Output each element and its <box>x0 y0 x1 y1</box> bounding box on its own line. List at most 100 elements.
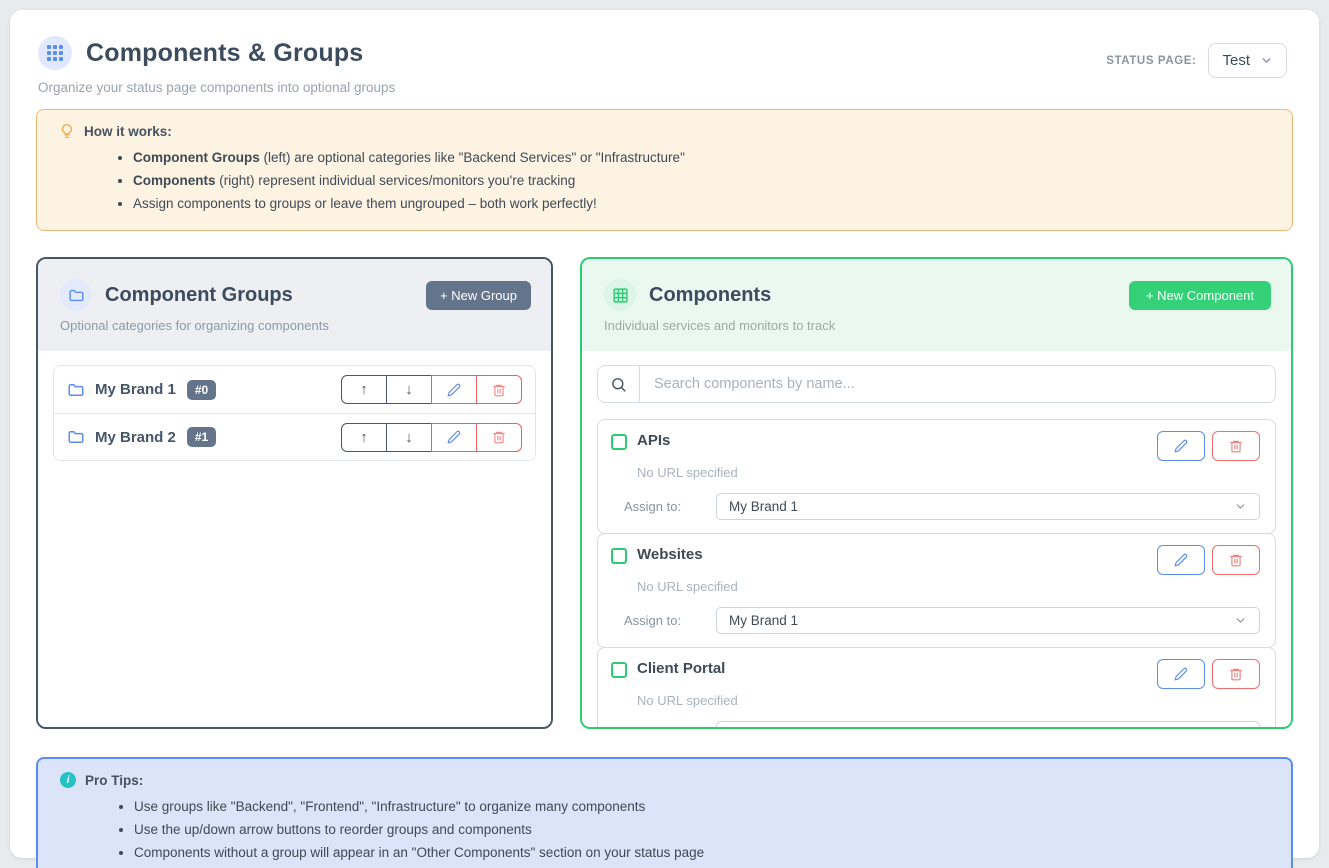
component-actions <box>1157 545 1260 575</box>
pro-tips-item: Use groups like "Backend", "Frontend", "… <box>134 795 1269 818</box>
trash-icon <box>1229 439 1243 453</box>
how-it-works-title-row: How it works: <box>59 123 1270 139</box>
component-search <box>597 365 1276 403</box>
bullet-bold: Component Groups <box>133 150 260 165</box>
new-group-button[interactable]: + New Group <box>426 281 531 310</box>
component-url-text: No URL specified <box>637 579 1260 594</box>
component-card-top: Client Portal <box>611 659 1260 689</box>
how-it-works-item: Components (right) represent individual … <box>133 169 1270 192</box>
search-icon <box>610 376 627 393</box>
bullet-text: (right) represent individual services/mo… <box>216 173 576 188</box>
folder-icon <box>67 381 85 399</box>
group-actions: ↑ ↓ <box>341 375 522 404</box>
folder-icon-circle <box>60 279 92 311</box>
component-checkbox[interactable] <box>611 662 627 678</box>
assign-group-select[interactable]: My Brand 1 <box>716 493 1260 520</box>
header-left: Components & Groups Organize your status… <box>38 36 395 95</box>
move-down-button[interactable]: ↓ <box>386 423 432 452</box>
page-title: Components & Groups <box>86 39 363 68</box>
component-card-top: APIs <box>611 431 1260 461</box>
delete-component-button[interactable] <box>1212 659 1260 689</box>
trash-icon <box>492 430 506 444</box>
delete-group-button[interactable] <box>476 423 522 452</box>
header-right: STATUS PAGE: Test <box>1106 43 1287 78</box>
pro-tips-title: Pro Tips: <box>85 773 143 788</box>
apps-grid-dots <box>47 45 63 61</box>
delete-component-button[interactable] <box>1212 545 1260 575</box>
info-icon: i <box>60 772 76 788</box>
status-page-select[interactable]: Test <box>1208 43 1287 78</box>
assigned-group-value: My Brand 2 <box>729 727 798 729</box>
arrow-down-icon: ↓ <box>405 429 413 446</box>
groups-panel-subtitle: Optional categories for organizing compo… <box>60 318 531 333</box>
folder-icon <box>67 428 85 446</box>
component-card-top: Websites <box>611 545 1260 575</box>
assign-group-select[interactable]: My Brand 1 <box>716 607 1260 634</box>
groups-panel-header: Component Groups + New Group Optional ca… <box>38 259 551 351</box>
group-row: My Brand 2 #1 ↑ ↓ <box>54 413 535 460</box>
edit-component-button[interactable] <box>1157 431 1205 461</box>
components-panel-header: Components + New Component Individual se… <box>582 259 1291 351</box>
component-url-text: No URL specified <box>637 693 1260 708</box>
pencil-icon <box>1174 667 1188 681</box>
edit-group-button[interactable] <box>431 423 477 452</box>
move-up-button[interactable]: ↑ <box>341 423 387 452</box>
page-header: Components & Groups Organize your status… <box>26 26 1303 95</box>
bullet-text: Assign components to groups or leave the… <box>133 196 597 211</box>
status-page-value: Test <box>1222 52 1250 69</box>
arrow-up-icon: ↑ <box>360 381 368 398</box>
component-checkbox[interactable] <box>611 548 627 564</box>
status-page-label: STATUS PAGE: <box>1106 55 1196 67</box>
page-subtitle: Organize your status page components int… <box>38 80 395 95</box>
edit-group-button[interactable] <box>431 375 477 404</box>
group-order-badge: #1 <box>187 427 216 447</box>
trash-icon <box>1229 667 1243 681</box>
pro-tips-item: Components without a group will appear i… <box>134 841 1269 864</box>
assign-label: Assign to: <box>624 499 716 514</box>
edit-component-button[interactable] <box>1157 545 1205 575</box>
how-it-works-title: How it works: <box>84 124 172 139</box>
pencil-icon <box>1174 439 1188 453</box>
group-order-badge: #0 <box>187 380 216 400</box>
pencil-icon <box>447 430 461 444</box>
how-it-works-item: Assign components to groups or leave the… <box>133 192 1270 215</box>
title-row: Components & Groups <box>38 36 395 70</box>
search-input[interactable] <box>639 365 1276 403</box>
how-it-works-list: Component Groups (left) are optional cat… <box>133 146 1270 215</box>
component-name: APIs <box>637 431 670 449</box>
group-name: My Brand 1 <box>95 381 176 398</box>
assign-label: Assign to: <box>624 727 716 729</box>
trash-icon <box>492 383 506 397</box>
components-panel-title: Components <box>649 284 771 307</box>
move-up-button[interactable]: ↑ <box>341 375 387 404</box>
assign-row: Assign to: My Brand 1 <box>611 493 1260 520</box>
chevron-down-icon <box>1234 614 1247 627</box>
delete-component-button[interactable] <box>1212 431 1260 461</box>
move-down-button[interactable]: ↓ <box>386 375 432 404</box>
pro-tips-item: Use the up/down arrow buttons to reorder… <box>134 818 1269 841</box>
new-component-button[interactable]: + New Component <box>1129 281 1271 310</box>
group-rows-container: My Brand 1 #0 ↑ ↓ My Brand 2 #1 <box>53 365 536 461</box>
component-name: Client Portal <box>637 659 725 677</box>
components-panel-title-row: Components + New Component <box>604 279 1271 311</box>
group-name: My Brand 2 <box>95 429 176 446</box>
arrow-down-icon: ↓ <box>405 381 413 398</box>
lightbulb-icon <box>59 123 75 139</box>
delete-group-button[interactable] <box>476 375 522 404</box>
component-url-text: No URL specified <box>637 465 1260 480</box>
pencil-icon <box>1174 553 1188 567</box>
components-panel-subtitle: Individual services and monitors to trac… <box>604 318 1271 333</box>
bullet-bold: Components <box>133 173 216 188</box>
component-checkbox[interactable] <box>611 434 627 450</box>
component-actions <box>1157 431 1260 461</box>
page-card: Components & Groups Organize your status… <box>10 10 1319 858</box>
group-row: My Brand 1 #0 ↑ ↓ <box>54 366 535 413</box>
chevron-down-icon <box>1260 54 1273 67</box>
groups-panel-body: My Brand 1 #0 ↑ ↓ My Brand 2 #1 <box>38 351 551 727</box>
panels-row: Component Groups + New Group Optional ca… <box>36 257 1293 729</box>
edit-component-button[interactable] <box>1157 659 1205 689</box>
component-name: Websites <box>637 545 703 563</box>
assign-label: Assign to: <box>624 613 716 628</box>
bullet-text: (left) are optional categories like "Bac… <box>260 150 685 165</box>
assign-group-select[interactable]: My Brand 2 <box>716 721 1260 729</box>
